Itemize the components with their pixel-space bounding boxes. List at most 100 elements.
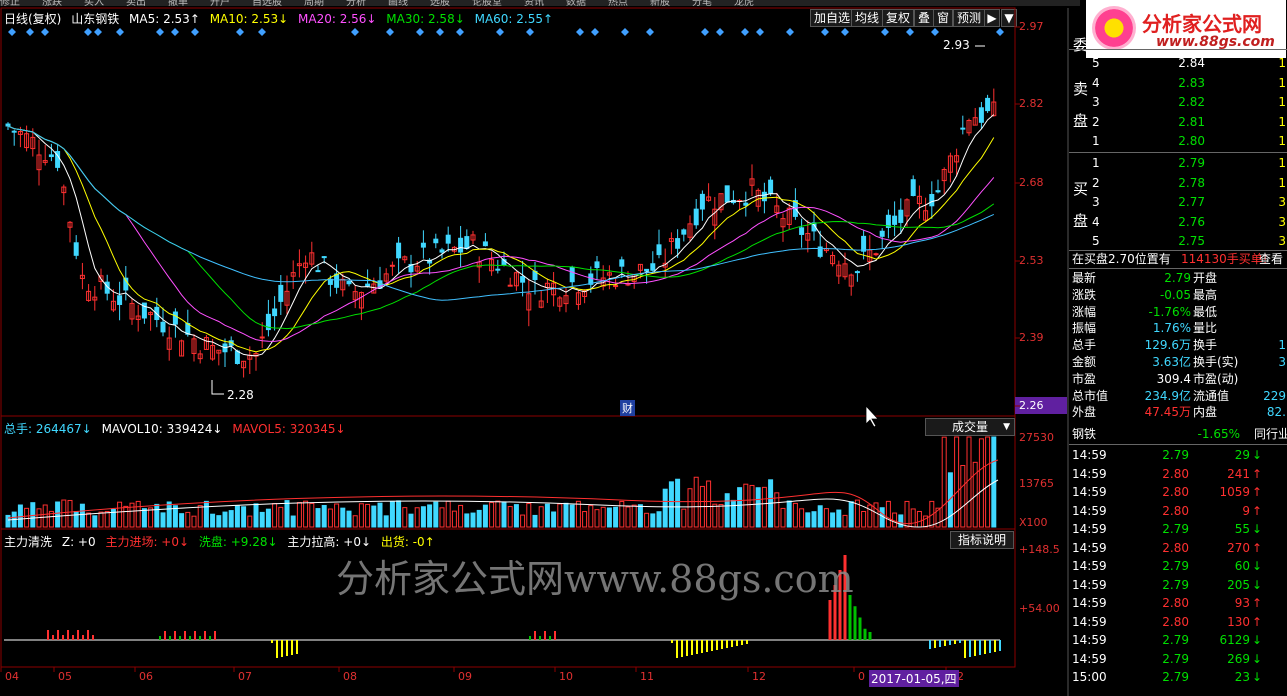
finance-mark[interactable]: 财 (620, 400, 635, 416)
cell: 1059 (1219, 485, 1250, 499)
cell: 1 (1092, 156, 1100, 170)
event-marker-icon (8, 28, 16, 36)
volume-bar (61, 499, 67, 528)
price-axis-label: 2.68 (1019, 176, 1044, 189)
date-axis-label: 11 (640, 670, 654, 683)
volume-bar (985, 436, 991, 528)
indicator-name[interactable]: 主力清洗 (4, 535, 52, 549)
volume-bar (191, 515, 197, 528)
indicator-help-button[interactable]: 指标说明 (950, 531, 1014, 549)
date-axis-label: 06 (139, 670, 153, 683)
cell: 查看 (1259, 252, 1284, 266)
cell: 2.79 (1162, 577, 1189, 592)
volume-bar (551, 511, 557, 528)
volume-bar (644, 512, 650, 528)
cell: 14:59 (1072, 503, 1107, 518)
indicator-axis-mid: +54.00 (1019, 602, 1060, 615)
cell: 最新 (1072, 271, 1097, 285)
ask-row: 1 2.80 1 (1072, 133, 1286, 150)
volume-bar (346, 510, 352, 528)
volume-panel-select[interactable]: 成交量 ▼ (925, 418, 1015, 436)
volume-bar (42, 504, 48, 528)
volume-bar (123, 505, 129, 528)
volume-bar (712, 503, 718, 528)
cell: 2.78 (1178, 175, 1205, 190)
volume-bar (154, 503, 160, 528)
cell: 15:00 (1072, 670, 1107, 684)
cell: 2.80 (1162, 503, 1189, 518)
cell: 14:59 (1072, 596, 1107, 610)
cell: 114130手买单! (1181, 252, 1268, 266)
event-marker-icon (41, 28, 49, 36)
cell: 2.80 (1162, 466, 1189, 481)
cell: 234.9亿 (1144, 388, 1191, 403)
cell: 6129 (1219, 633, 1250, 647)
cell: 14:59 (1072, 466, 1107, 481)
bid-row: 1 2.79 1 (1072, 155, 1286, 172)
volume-bar (706, 480, 712, 528)
volume-bar (619, 500, 625, 528)
candle-body (321, 256, 327, 259)
low-price-label: 2.28 (227, 388, 254, 402)
candle-body (495, 268, 501, 271)
volume-bar (668, 481, 674, 528)
quote-row: 金额 3.63亿 换手(实) 3 (1072, 354, 1286, 371)
candle-body (693, 208, 699, 226)
volume-bar (873, 502, 879, 528)
cell: ↑ (1252, 540, 1263, 555)
cell: ↓ (1252, 448, 1263, 462)
cell: 309.4 (1156, 371, 1191, 386)
volume-bar (17, 504, 23, 528)
volume-bar (575, 500, 581, 528)
cell: 5 (1092, 234, 1100, 248)
cell: ↓ (1252, 577, 1263, 592)
volume-bar (185, 511, 191, 528)
candle-body (160, 321, 166, 333)
date-axis-label: 05 (58, 670, 72, 683)
cell: 269 (1227, 651, 1250, 666)
event-marker-icon (496, 28, 504, 36)
volume-bar (402, 507, 408, 528)
volume-bar (117, 501, 123, 528)
volume-bar (222, 511, 228, 528)
volume-bar (681, 508, 687, 528)
volume-bar (600, 506, 606, 528)
volume-bar (817, 505, 823, 528)
volume-bar (792, 502, 798, 528)
cell: 2.80 (1162, 540, 1189, 555)
volume-bar (303, 500, 309, 528)
volume-bar (606, 507, 612, 528)
volume-bar (650, 513, 656, 528)
volume-bar (470, 512, 476, 528)
event-marker-icon (116, 28, 124, 36)
cell: 5 (1092, 56, 1100, 70)
tick-row: 14:59 2.79 6129 ↓ (1072, 632, 1286, 649)
bid-row: 4 2.76 3 (1072, 214, 1286, 231)
volume-bar (910, 508, 916, 528)
cell: 换手 (1193, 338, 1218, 353)
candle-body (619, 259, 625, 267)
cell: 2.80 (1162, 614, 1189, 629)
volume-bar (588, 505, 594, 528)
volume-bar (848, 501, 854, 528)
volume-bar (507, 506, 513, 528)
candle-body (445, 234, 451, 244)
volume-bar (284, 500, 290, 528)
tick-row: 14:59 2.80 1059 ↑ (1072, 484, 1286, 501)
volume-bar (811, 511, 817, 528)
volume-bar (730, 499, 736, 528)
event-marker-icon (591, 28, 599, 36)
candle-body (985, 97, 991, 112)
event-marker-icon (756, 28, 764, 36)
volume-bar (743, 483, 749, 528)
candle-body (365, 283, 371, 287)
volume-panel-select-label: 成交量 (952, 420, 989, 434)
cell: 同行业 (1254, 427, 1287, 441)
tick-row: 15:00 2.79 23 ↓ (1072, 669, 1286, 686)
volume-bar (272, 503, 278, 528)
cell: -1.65% (1197, 427, 1240, 441)
event-marker-icon (156, 28, 164, 36)
volume-bar (569, 504, 575, 528)
volume-bar (86, 512, 92, 528)
cell: ↓ (1252, 633, 1263, 647)
